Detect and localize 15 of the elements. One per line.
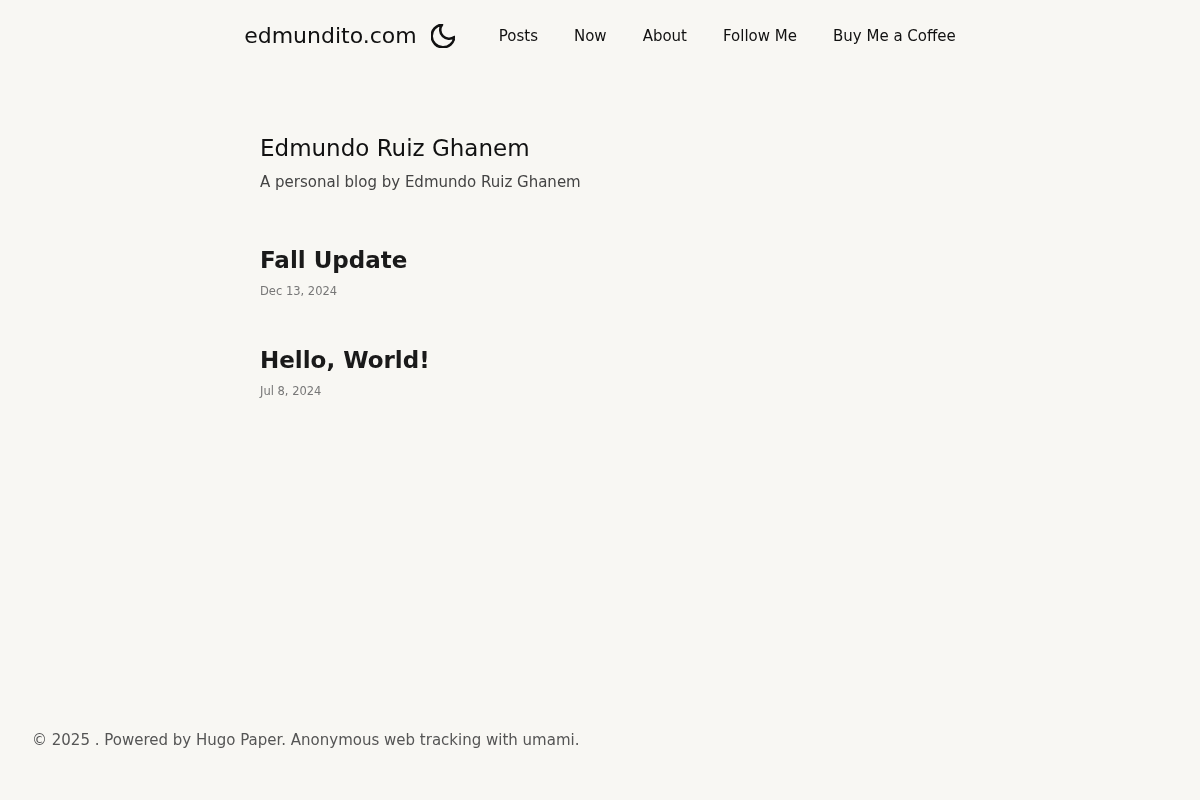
site-logo-link[interactable]: edmundito.com [244, 20, 417, 52]
nav-link[interactable]: About [642, 24, 687, 48]
footer-text: © 2025 . Powered by Hugo Paper. Anonymous web tracking with umami. [32, 730, 581, 751]
nav-link[interactable]: Now [573, 24, 607, 48]
post-date: Jul 8, 2024 [260, 383, 322, 400]
moon-icon [430, 24, 455, 48]
author-name: Edmundo Ruiz Ghanem [260, 134, 531, 163]
theme-toggle-button[interactable] [430, 24, 455, 48]
nav-link[interactable]: Posts [498, 24, 538, 48]
post-date: Dec 13, 2024 [260, 283, 338, 300]
nav-link[interactable]: Follow Me [723, 24, 797, 48]
blog-tagline: A personal blog by Edmundo Ruiz Ghanem [260, 172, 582, 193]
post-title-link[interactable]: Fall Update [260, 244, 408, 276]
post-title-link[interactable]: Hello, World! [260, 344, 430, 376]
nav-link[interactable]: Buy Me a Coffee [833, 24, 956, 48]
